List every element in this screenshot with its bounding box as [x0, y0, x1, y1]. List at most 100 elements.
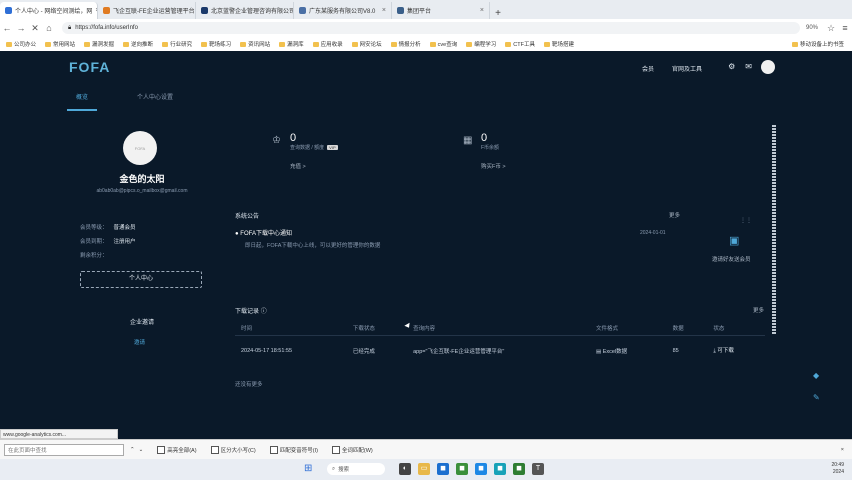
folder-icon — [123, 41, 130, 47]
notice-item[interactable]: ● FOFA下载中心通知 即日起，FOFA下载中心上线，可以更好的管理你的数据 — [235, 228, 645, 249]
find-option-diacritics[interactable]: 匹配变音符号(I) — [269, 446, 318, 454]
nav-vip[interactable]: 会员 — [642, 64, 654, 73]
taskbar-search[interactable]: ⌕ 搜索 — [327, 463, 385, 475]
zoom-level[interactable]: 90% — [806, 25, 818, 31]
bookmark-item[interactable]: 应用收录 — [312, 40, 343, 48]
bookmark-item[interactable]: 资讯网站 — [240, 40, 270, 48]
app-icon[interactable]: ◼ — [437, 463, 449, 475]
invite-gift-label[interactable]: 邀请好友送会员 — [712, 255, 751, 263]
find-bar: 在此页面中查找 ⌃ ⌄ 高亮全部(A) 区分大小写(C) 匹配变音符号(I) 全… — [0, 439, 852, 460]
tab-title: 个人中心 - 网络空间测绘，网 — [15, 9, 93, 15]
star-icon[interactable]: ☆ — [824, 23, 838, 34]
find-prev-icon[interactable]: ⌃ — [130, 447, 135, 453]
gift-icon[interactable]: ▣ — [729, 234, 739, 247]
download-more-link[interactable]: 更多 — [753, 306, 764, 314]
bookmark-item[interactable]: cve查询 — [429, 40, 457, 48]
bookmark-item[interactable]: 网安论坛 — [351, 40, 382, 48]
edit-icon[interactable]: ✎ — [813, 393, 820, 402]
scrollbar[interactable] — [772, 125, 776, 335]
close-icon[interactable]: × — [480, 7, 484, 14]
address-bar[interactable]: 🔒︎ https://fofa.info/userInfo — [62, 22, 800, 34]
menu-icon[interactable]: ≡ — [838, 23, 852, 33]
row-value: 注册用户 — [113, 239, 136, 245]
cell-query: app="飞企互联-FE企业运营管理平台" — [413, 348, 505, 355]
message-icon[interactable]: ✉ — [745, 62, 752, 71]
app-icon[interactable]: ◼ — [513, 463, 525, 475]
bookmark-item[interactable]: 常用网站 — [45, 40, 75, 48]
bookmark-label: 移动设备上的书签 — [799, 42, 844, 48]
feedback-icon[interactable]: ◆ — [813, 371, 819, 380]
folder-icon — [201, 41, 208, 47]
new-tab-button[interactable]: + — [490, 8, 506, 19]
folder-icon — [84, 41, 91, 47]
recharge-link[interactable]: 充值 > — [290, 162, 338, 170]
folder-icon — [543, 41, 550, 47]
cell-action[interactable]: ⤓ 可下载 — [707, 336, 765, 359]
fofa-logo[interactable]: FOFA — [69, 59, 110, 75]
download-link[interactable]: 可下载 — [717, 348, 734, 354]
download-table: 时间 下载状态 查询内容 文件格式 数据 状态 2024-05-17 18:51… — [235, 321, 765, 358]
folder-icon — [240, 41, 247, 47]
mobile-bookmarks[interactable]: 移动设备上的书签 — [791, 40, 844, 48]
bookmark-item[interactable]: 逆向推断 — [123, 40, 153, 48]
folder-icon — [312, 41, 319, 47]
info-icon: ⓘ — [260, 309, 267, 315]
tab-2[interactable]: 北京蓝警企业管理咨询有限公司-V5× — [196, 2, 294, 19]
app-icon[interactable]: ◼ — [494, 463, 506, 475]
bookmark-item[interactable]: 靶场搭建 — [543, 40, 574, 48]
find-option-case[interactable]: 区分大小写(C) — [210, 446, 256, 454]
user-avatar[interactable] — [761, 60, 775, 74]
bookmark-item[interactable]: 公司办公 — [6, 40, 36, 48]
forward-icon[interactable]: → — [14, 23, 28, 33]
tab-0[interactable]: 个人中心 - 网络空间测绘，网× — [0, 2, 98, 19]
tab-settings[interactable]: 个人中心设置 — [137, 92, 173, 111]
find-input[interactable]: 在此页面中查找 — [4, 444, 124, 456]
option-label: 全词匹配(W) — [341, 448, 373, 454]
row-label: 会员到期： — [80, 239, 108, 245]
bookmark-item[interactable]: 编程学习 — [466, 40, 496, 48]
buy-coins-link[interactable]: 购买F币 > — [481, 162, 506, 170]
folder-icon — [351, 41, 358, 47]
bookmark-item[interactable]: 行业研究 — [162, 40, 192, 48]
bookmark-item[interactable]: 漏洞发掘 — [84, 40, 114, 48]
app-icon[interactable]: T — [532, 463, 544, 475]
bookmark-label: 编程学习 — [474, 42, 497, 48]
bookmark-label: 漏洞发掘 — [92, 42, 115, 48]
nav-tools[interactable]: 官网及工具 — [672, 64, 702, 73]
home-icon[interactable]: ⌂ — [42, 23, 56, 33]
bookmark-item[interactable]: 靶场练习 — [201, 40, 231, 48]
close-icon[interactable]: × — [841, 447, 844, 453]
find-next-icon[interactable]: ⌄ — [139, 447, 144, 453]
find-option-whole-word[interactable]: 全词匹配(W) — [331, 446, 373, 454]
folder-icon — [279, 41, 286, 47]
bookmark-item[interactable]: 漏洞库 — [279, 40, 304, 48]
find-option-highlight[interactable]: 高亮全部(A) — [157, 446, 197, 454]
stop-icon[interactable]: ✕ — [28, 23, 42, 34]
clock[interactable]: 20:49 2024 — [831, 462, 844, 476]
tab-overview[interactable]: 概览 — [67, 92, 97, 111]
tab-1[interactable]: 飞企互联-FE企业运营管理平台× — [98, 2, 196, 19]
tab-3[interactable]: 广东某服务有限公司V8.0 × — [294, 2, 392, 19]
back-icon[interactable]: ← — [0, 23, 14, 33]
notice-more-link[interactable]: 更多 — [669, 211, 680, 219]
bookmark-item[interactable]: 情报分析 — [390, 40, 421, 48]
app-icon[interactable]: ◐ — [399, 463, 411, 475]
download-title-text: 下载记录 — [235, 309, 260, 315]
row-label: 剩余积分： — [80, 253, 108, 259]
bell-icon[interactable]: ⚙ — [728, 62, 735, 71]
app-icon[interactable]: ◼ — [475, 463, 487, 475]
taskbar: ⊞ ⌕ 搜索 ◐ ▭ ◼ ◼ ◼ ◼ ◼ T 20:49 2024 — [0, 459, 852, 480]
bookmark-label: 靶场练习 — [209, 42, 232, 48]
folder-app-icon[interactable]: ▭ — [418, 463, 430, 475]
favicon-icon — [103, 7, 110, 14]
app-icon[interactable]: ◼ — [456, 463, 468, 475]
more-dots-icon[interactable]: ⋮⋮ — [740, 217, 752, 224]
favicon-icon — [397, 7, 404, 14]
invite-link[interactable]: 邀请 — [134, 338, 145, 346]
sub-tabs: 概览 个人中心设置 — [67, 92, 173, 111]
tab-4[interactable]: 集团平台 × — [392, 2, 490, 19]
close-icon[interactable]: × — [382, 7, 386, 14]
bookmark-item[interactable]: CTF工具 — [505, 40, 535, 48]
personal-center-button[interactable]: 个人中心 — [80, 271, 202, 288]
windows-start-icon[interactable]: ⊞ — [304, 463, 312, 474]
